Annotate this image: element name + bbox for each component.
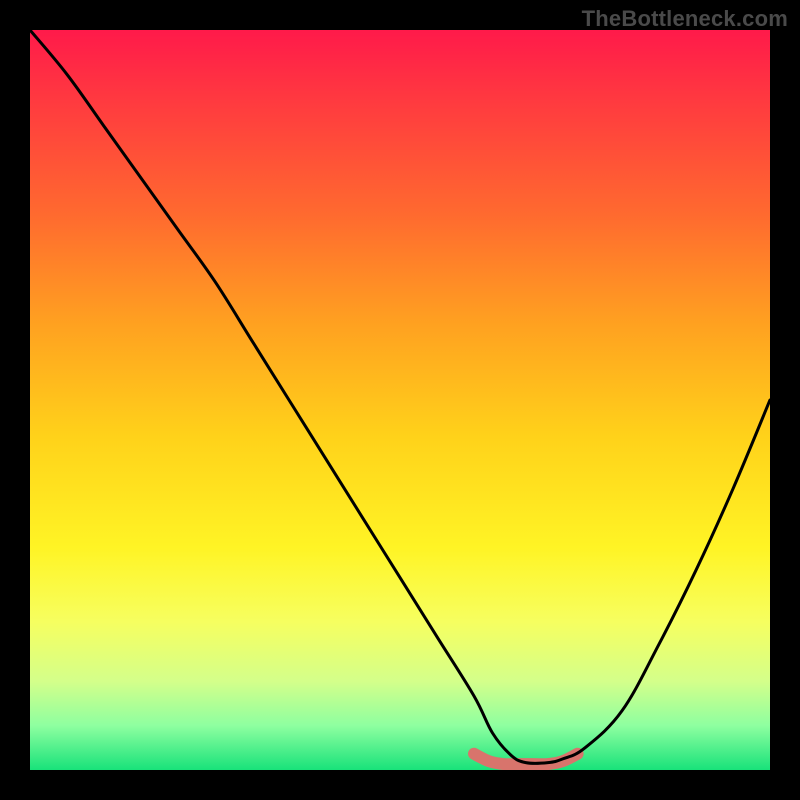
attribution-text: TheBottleneck.com (582, 6, 788, 32)
plot-area (30, 30, 770, 770)
bottleneck-chart (30, 30, 770, 770)
chart-stage: TheBottleneck.com (0, 0, 800, 800)
gradient-background (30, 30, 770, 770)
